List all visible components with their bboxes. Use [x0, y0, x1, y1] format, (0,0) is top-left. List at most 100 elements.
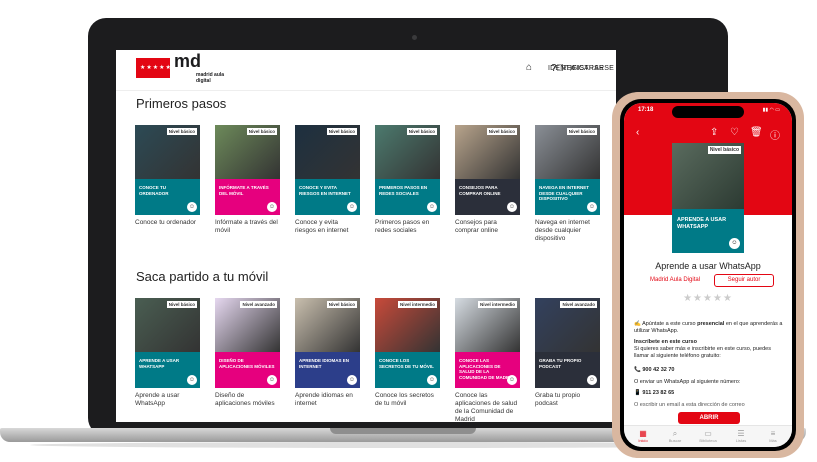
course-card[interactable]: Nivel intermedio CONOCE LOS SECRETOS DE T…	[375, 298, 440, 408]
email-text: O escribir un email a esta dirección de …	[634, 402, 745, 408]
course-thumbnail[interactable]: Nivel básico APRENDE A USAR WHATSAPP ☺	[135, 298, 200, 388]
level-badge: Nivel básico	[486, 128, 517, 135]
search-icon: ⌕	[672, 429, 678, 438]
course-card[interactable]: Nivel básico CONOCE TU ORDENADOR ☺ Conoce t…	[135, 125, 200, 227]
phone-bezel: 17:18 ▮▮ ◠ ▭ ‹ ⇪ ♡ 🗑 ⓘ Nivel básico APRE…	[620, 99, 796, 451]
search-icon[interactable]: ⌕	[570, 62, 576, 75]
course-thumbnail[interactable]: Nivel avanzado DISEÑO DE APLICACIONES MÓV…	[215, 298, 280, 388]
course-title: Aprende a usar WhatsApp	[655, 261, 761, 271]
course-type-icon: ☺	[267, 202, 277, 212]
laptop-screen: ★★★★★★★ md madrid aula digital ⌂ IDENTIF…	[116, 50, 616, 422]
logo-letters[interactable]: md	[174, 52, 201, 70]
library-icon: ▭	[704, 429, 712, 438]
course-card[interactable]: Nivel básico CONSEJOS PARA COMPRAR ONLINE…	[455, 125, 520, 235]
dynamic-island	[672, 106, 744, 118]
tab-more[interactable]: ≡ Más	[758, 429, 788, 443]
course-card[interactable]: Nivel avanzado DISEÑO DE APLICACIONES MÓV…	[215, 298, 280, 408]
course-caption[interactable]: Infórmate a través del móvil	[215, 219, 280, 235]
course-type-icon: ☺	[187, 375, 197, 385]
course-caption[interactable]: Aprende idiomas en internet	[295, 392, 360, 408]
cover-level: Nivel básico	[707, 146, 741, 154]
home-grid-icon: ▦	[639, 429, 647, 438]
course-thumbnail[interactable]: Nivel básico NAVEGA EN INTERNET DESDE CUA…	[535, 125, 600, 215]
course-card[interactable]: Nivel básico APRENDE A USAR WHATSAPP ☺ Apre…	[135, 298, 200, 408]
level-badge: Nivel avanzado	[560, 301, 597, 308]
course-caption[interactable]: Conoce las aplicaciones de salud de la C…	[455, 392, 520, 422]
level-badge: Nivel básico	[326, 301, 357, 308]
course-card[interactable]: Nivel básico CONOCE Y EVITA RIESGOS EN IN…	[295, 125, 360, 235]
course-thumbnail[interactable]: Nivel básico APRENDE IDIOMAS EN INTERNET ☺	[295, 298, 360, 388]
madrid-logo[interactable]: ★★★★★★★	[136, 58, 184, 78]
tab-home[interactable]: ▦ Inicio	[628, 429, 658, 443]
report-icon[interactable]: ⓘ	[770, 127, 780, 142]
follow-author-button[interactable]: Seguir autor	[714, 274, 774, 287]
course-band-title: CONOCE LOS SECRETOS DE TU MÓVIL	[379, 358, 434, 369]
menu-icon: ≡	[770, 429, 776, 438]
course-caption[interactable]: Conoce los secretos de tu móvil	[375, 392, 440, 408]
back-icon[interactable]: ‹	[636, 127, 639, 138]
open-button[interactable]: ABRIR	[678, 412, 740, 424]
help-icon[interactable]: ?⃝	[551, 63, 564, 74]
cover-badge-icon: ☺	[729, 238, 740, 249]
tab-search[interactable]: ⌕ Buscar	[660, 429, 690, 443]
course-thumbnail[interactable]: Nivel intermedio CONOCE LAS APLICACIONES …	[455, 298, 520, 388]
course-caption[interactable]: Consejos para comprar online	[455, 219, 520, 235]
course-type-icon: ☺	[587, 375, 597, 385]
course-thumbnail[interactable]: Nivel básico PRIMEROS PASOS EN REDES SOCI…	[375, 125, 440, 215]
level-badge: Nivel básico	[566, 128, 597, 135]
course-band-title: INFÓRMATE A TRAVÉS DEL MÓVIL	[219, 185, 269, 196]
laptop-notch	[330, 428, 476, 434]
share-icon[interactable]: ⇪	[710, 127, 718, 138]
status-time: 17:18	[638, 107, 654, 113]
course-thumbnail[interactable]: Nivel básico INFÓRMATE A TRAVÉS DEL MÓVIL…	[215, 125, 280, 215]
course-card[interactable]: Nivel básico PRIMEROS PASOS EN REDES SOCI…	[375, 125, 440, 235]
course-caption[interactable]: Diseño de aplicaciones móviles	[215, 392, 280, 408]
enroll-heading: Inscríbete en este curso	[634, 339, 697, 345]
cover-band-text: APRENDE A USAR WHATSAPP	[677, 217, 727, 230]
course-card[interactable]: Nivel avanzado GRABA TU PROPIO PODCAST ☺ Gr…	[535, 298, 600, 408]
course-thumbnail[interactable]: Nivel básico CONOCE TU ORDENADOR ☺	[135, 125, 200, 215]
tab-library[interactable]: ▭ Biblioteca	[693, 429, 723, 443]
course-band-title: APRENDE A USAR WHATSAPP	[139, 358, 180, 369]
course-author[interactable]: Madrid Aula Digital	[650, 277, 700, 283]
desc-bold: presencial	[697, 321, 725, 327]
course-caption[interactable]: Primeros pasos en redes sociales	[375, 219, 440, 235]
tab-label: Buscar	[668, 438, 682, 443]
course-type-icon: ☺	[347, 202, 357, 212]
course-type-icon: ☺	[267, 375, 277, 385]
level-badge: Nivel básico	[246, 128, 277, 135]
whatsapp-number[interactable]: 📱 911 23 82 65	[634, 390, 784, 397]
course-caption[interactable]: Aprende a usar WhatsApp	[135, 392, 200, 408]
section-title-primeros: Primeros pasos	[136, 96, 227, 111]
level-badge: Nivel básico	[326, 128, 357, 135]
laptop-camera	[412, 35, 417, 40]
level-badge: Nivel básico	[406, 128, 437, 135]
course-caption[interactable]: Conoce tu ordenador	[135, 219, 200, 227]
level-badge: Nivel básico	[166, 301, 197, 308]
course-thumbnail[interactable]: Nivel básico CONOCE Y EVITA RIESGOS EN IN…	[295, 125, 360, 215]
course-band-title: DISEÑO DE APLICACIONES MÓVILES	[219, 358, 275, 369]
delete-icon[interactable]: 🗑	[750, 127, 763, 138]
level-badge: Nivel avanzado	[240, 301, 277, 308]
course-caption[interactable]: Navega en internet desde cualquier dispo…	[535, 219, 600, 243]
course-type-icon: ☺	[507, 202, 517, 212]
course-caption[interactable]: Graba tu propio podcast	[535, 392, 600, 408]
course-thumbnail[interactable]: Nivel avanzado GRABA TU PROPIO PODCAST ☺	[535, 298, 600, 388]
course-card[interactable]: Nivel básico INFÓRMATE A TRAVÉS DEL MÓVIL…	[215, 125, 280, 235]
home-icon[interactable]: ⌂	[526, 62, 532, 73]
favorite-icon[interactable]: ♡	[730, 127, 739, 138]
course-type-icon: ☺	[587, 202, 597, 212]
rating-stars[interactable]: ★★★★★	[624, 293, 792, 304]
course-band-title: PRIMEROS PASOS EN REDES SOCIALES	[379, 185, 428, 196]
course-thumbnail[interactable]: Nivel básico CONSEJOS PARA COMPRAR ONLINE…	[455, 125, 520, 215]
whatsapp-text: O enviar un WhatsApp al siguiente número…	[634, 379, 741, 385]
tab-lists[interactable]: ☰ Listas	[726, 429, 756, 443]
course-caption[interactable]: Conoce y evita riesgos en internet	[295, 219, 360, 235]
course-thumbnail[interactable]: Nivel intermedio CONOCE LOS SECRETOS DE T…	[375, 298, 440, 388]
course-card[interactable]: Nivel intermedio CONOCE LAS APLICACIONES …	[455, 298, 520, 422]
status-icons: ▮▮ ◠ ▭	[762, 107, 780, 113]
logo-subtitle: madrid aula digital	[196, 72, 225, 84]
phone-number[interactable]: 📞 900 42 32 70	[634, 367, 784, 374]
course-card[interactable]: Nivel básico NAVEGA EN INTERNET DESDE CUA…	[535, 125, 600, 243]
course-card[interactable]: Nivel básico APRENDE IDIOMAS EN INTERNET ☺…	[295, 298, 360, 408]
